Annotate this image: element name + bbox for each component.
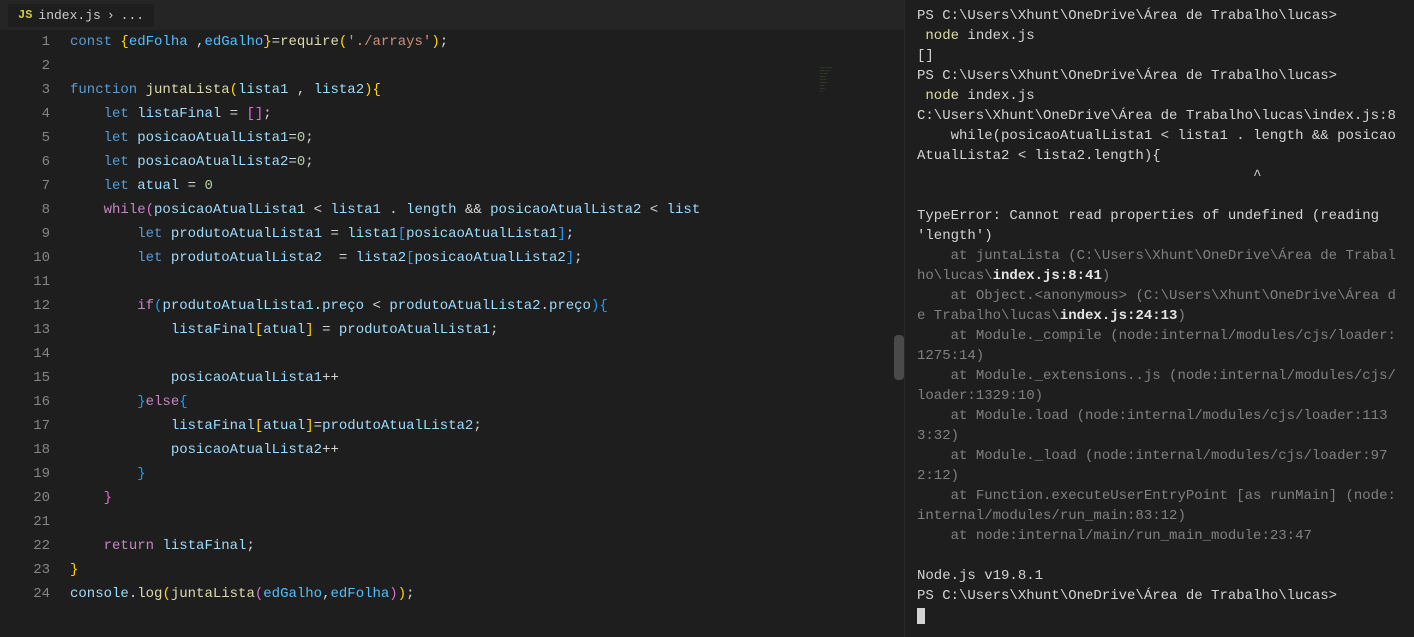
terminal-line: while(posicaoAtualLista1 < lista1 . leng… (917, 126, 1402, 166)
code-line[interactable] (70, 342, 904, 366)
line-number: 14 (0, 342, 50, 366)
line-number: 21 (0, 510, 50, 534)
code-line[interactable]: }else{ (70, 390, 904, 414)
terminal-line: PS C:\Users\Xhunt\OneDrive\Área de Traba… (917, 6, 1402, 26)
code-line[interactable]: console.log(juntaLista(edGalho,edFolha))… (70, 582, 904, 606)
code-line[interactable]: } (70, 558, 904, 582)
app-root: JS index.js › ... 1234567891011121314151… (0, 0, 1414, 637)
code-line[interactable]: let posicaoAtualLista2=0; (70, 150, 904, 174)
code-line[interactable]: posicaoAtualLista2++ (70, 438, 904, 462)
terminal-line: PS C:\Users\Xhunt\OneDrive\Área de Traba… (917, 66, 1402, 86)
line-number: 3 (0, 78, 50, 102)
code-area[interactable]: 123456789101112131415161718192021222324 … (0, 30, 904, 637)
line-number: 7 (0, 174, 50, 198)
code-line[interactable]: return listaFinal; (70, 534, 904, 558)
minimap[interactable]: ▬▬▬ ▬▬ ▬▬▬▬▬▬▬ ▬▬▬▬▬ ▬▬▬▬▬▬▬▬▬▬ ▬▬▬▬▬▬▬▬… (814, 60, 904, 180)
line-number: 8 (0, 198, 50, 222)
terminal-line: at Function.executeUserEntryPoint [as ru… (917, 486, 1402, 526)
terminal-line: C:\Users\Xhunt\OneDrive\Área de Trabalho… (917, 106, 1402, 126)
line-number: 15 (0, 366, 50, 390)
terminal-line: TypeError: Cannot read properties of und… (917, 206, 1402, 246)
line-number: 19 (0, 462, 50, 486)
terminal-line: at juntaLista (C:\Users\Xhunt\OneDrive\Á… (917, 246, 1402, 286)
line-number: 23 (0, 558, 50, 582)
terminal-line: at Module.load (node:internal/modules/cj… (917, 406, 1402, 446)
code-line[interactable] (70, 510, 904, 534)
code-line[interactable]: listaFinal[atual]=produtoAtualLista2; (70, 414, 904, 438)
line-number: 18 (0, 438, 50, 462)
minimap-content: ▬▬▬ ▬▬ ▬▬▬▬▬▬▬ ▬▬▬▬▬ ▬▬▬▬▬▬▬▬▬▬ ▬▬▬▬▬▬▬▬… (814, 60, 904, 99)
code-line[interactable]: let posicaoAtualLista1=0; (70, 126, 904, 150)
line-number: 6 (0, 150, 50, 174)
terminal-line: at Object.<anonymous> (C:\Users\Xhunt\On… (917, 286, 1402, 326)
terminal-line: node index.js (917, 26, 1402, 46)
code-line[interactable]: let produtoAtualLista1 = lista1[posicaoA… (70, 222, 904, 246)
line-number: 17 (0, 414, 50, 438)
code-line[interactable]: while(posicaoAtualLista1 < lista1 . leng… (70, 198, 904, 222)
terminal-pane[interactable]: PS C:\Users\Xhunt\OneDrive\Área de Traba… (905, 0, 1414, 637)
terminal-line (917, 606, 1402, 626)
line-number: 24 (0, 582, 50, 606)
line-number: 13 (0, 318, 50, 342)
code-line[interactable]: let atual = 0 (70, 174, 904, 198)
line-gutter: 123456789101112131415161718192021222324 (0, 30, 70, 637)
terminal-line: at Module._load (node:internal/modules/c… (917, 446, 1402, 486)
code-lines[interactable]: const {edFolha ,edGalho}=require('./arra… (70, 30, 904, 637)
line-number: 1 (0, 30, 50, 54)
code-line[interactable]: listaFinal[atual] = produtoAtualLista1; (70, 318, 904, 342)
terminal-cursor (917, 608, 925, 624)
code-line[interactable]: posicaoAtualLista1++ (70, 366, 904, 390)
terminal-line (917, 546, 1402, 566)
line-number: 22 (0, 534, 50, 558)
terminal-line: PS C:\Users\Xhunt\OneDrive\Área de Traba… (917, 586, 1402, 606)
code-line[interactable]: if(produtoAtualLista1.preço < produtoAtu… (70, 294, 904, 318)
code-line[interactable]: } (70, 462, 904, 486)
line-number: 16 (0, 390, 50, 414)
file-tab[interactable]: JS index.js › ... (8, 4, 154, 27)
line-number: 10 (0, 246, 50, 270)
breadcrumb-sep: › (107, 8, 115, 23)
tab-filename: index.js (38, 8, 100, 23)
line-number: 9 (0, 222, 50, 246)
code-line[interactable]: function juntaLista(lista1 , lista2){ (70, 78, 904, 102)
code-line[interactable]: let produtoAtualLista2 = lista2[posicaoA… (70, 246, 904, 270)
code-line[interactable] (70, 270, 904, 294)
terminal-line: node index.js (917, 86, 1402, 106)
terminal-line: [] (917, 46, 1402, 66)
breadcrumb-tail: ... (121, 8, 144, 23)
scrollbar-thumb[interactable] (894, 335, 904, 380)
code-line[interactable]: } (70, 486, 904, 510)
line-number: 11 (0, 270, 50, 294)
line-number: 2 (0, 54, 50, 78)
terminal-line: ^ (917, 166, 1402, 186)
terminal-line (917, 186, 1402, 206)
line-number: 20 (0, 486, 50, 510)
code-line[interactable]: const {edFolha ,edGalho}=require('./arra… (70, 30, 904, 54)
terminal-line: Node.js v19.8.1 (917, 566, 1402, 586)
line-number: 12 (0, 294, 50, 318)
editor-pane: JS index.js › ... 1234567891011121314151… (0, 0, 905, 637)
line-number: 4 (0, 102, 50, 126)
terminal-line: at node:internal/main/run_main_module:23… (917, 526, 1402, 546)
line-number: 5 (0, 126, 50, 150)
terminal-line: at Module._extensions..js (node:internal… (917, 366, 1402, 406)
js-file-icon: JS (18, 8, 32, 22)
tab-bar: JS index.js › ... (0, 0, 904, 30)
terminal-line: at Module._compile (node:internal/module… (917, 326, 1402, 366)
code-line[interactable]: let listaFinal = []; (70, 102, 904, 126)
code-line[interactable] (70, 54, 904, 78)
